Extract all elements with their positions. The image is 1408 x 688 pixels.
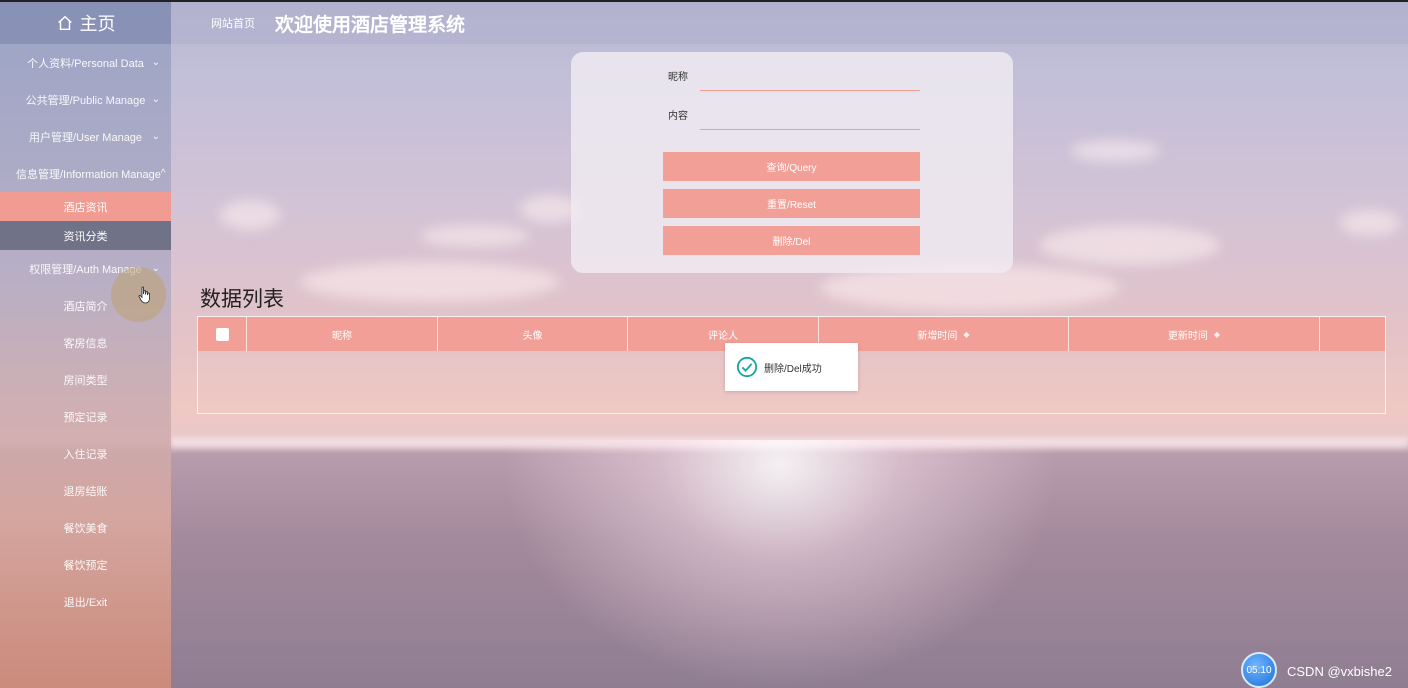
sidebar-subitem-label: 资讯分类 (63, 230, 108, 243)
column-header-label: 头像 (522, 330, 543, 342)
sidebar-link-label: 餐饮预定 (63, 559, 108, 572)
column-header-label: 新增时间 (917, 330, 958, 342)
cloud-decor (220, 200, 280, 230)
sidebar-subitem-news-category[interactable]: 资讯分类 (0, 221, 171, 250)
column-header-label: 更新时间 (1167, 330, 1208, 342)
sidebar-link-booking-records[interactable]: 预定记录 (0, 398, 171, 435)
cloud-decor (1340, 210, 1400, 236)
sort-icon[interactable]: ◆ (963, 330, 969, 339)
sidebar-link-label: 退房结账 (63, 485, 108, 498)
cloud-decor (300, 262, 560, 302)
sidebar-link-checkin-records[interactable]: 入住记录 (0, 435, 171, 472)
chevron-up-icon: ^ (160, 168, 166, 179)
sidebar-item-label: 个人资料/Personal Data (27, 57, 144, 70)
toast-message: 删除/Del成功 (764, 363, 822, 375)
chevron-down-icon: ⌄ (151, 57, 160, 68)
column-header-actions (1320, 317, 1385, 351)
column-header-label: 评论人 (708, 330, 738, 342)
sidebar-link-label: 预定记录 (63, 411, 108, 424)
content-field: 内容 (668, 104, 920, 130)
content-input[interactable] (700, 104, 920, 130)
page-title: 欢迎使用酒店管理系统 (275, 14, 466, 36)
data-list-title: 数据列表 (200, 288, 284, 311)
top-header: 网站首页 欢迎使用酒店管理系统 (171, 0, 1408, 44)
chevron-down-icon: ⌄ (151, 131, 160, 142)
sidebar-item-label: 公共管理/Public Manage (25, 94, 146, 107)
sidebar-subitem-label: 酒店资讯 (63, 201, 108, 214)
sidebar-link-label: 餐饮美食 (63, 522, 108, 535)
sidebar-link-label: 客房信息 (63, 337, 108, 350)
home-icon (57, 15, 72, 31)
search-panel: 昵称 内容 查询/Query 重置/Reset 删除/Del (571, 52, 1013, 273)
sidebar-item-label: 用户管理/User Manage (28, 131, 143, 144)
breadcrumb-home[interactable]: 网站首页 (211, 15, 255, 31)
query-button[interactable]: 查询/Query (663, 152, 920, 181)
home-label: 主页 (79, 14, 116, 34)
sort-icon[interactable]: ◆ (1214, 330, 1220, 339)
sidebar-link-label: 房间类型 (63, 374, 108, 387)
check-circle-icon (736, 356, 758, 378)
sidebar-menu: 个人资料/Personal Data ⌄ 公共管理/Public Manage … (0, 44, 171, 620)
sidebar-item-personal-data[interactable]: 个人资料/Personal Data ⌄ (0, 44, 171, 81)
recording-timer: 05:10 (1241, 652, 1277, 688)
sidebar-subitem-hotel-news[interactable]: 酒店资讯 (0, 192, 171, 221)
delete-button[interactable]: 删除/Del (663, 226, 920, 255)
sidebar-link-exit[interactable]: 退出/Exit (0, 583, 171, 620)
cloud-decor (1070, 140, 1160, 162)
sidebar-link-food-booking[interactable]: 餐饮预定 (0, 546, 171, 583)
select-all-checkbox[interactable] (215, 327, 229, 341)
sidebar-item-user-manage[interactable]: 用户管理/User Manage ⌄ (0, 118, 171, 155)
sidebar-link-label: 退出/Exit (63, 596, 108, 609)
column-header-nickname: 昵称 (247, 317, 438, 351)
sidebar-link-food[interactable]: 餐饮美食 (0, 509, 171, 546)
sidebar-item-label: 信息管理/Information Manage (16, 168, 161, 181)
nickname-field: 昵称 (668, 65, 920, 91)
content-label: 内容 (668, 111, 688, 122)
sidebar-item-public-manage[interactable]: 公共管理/Public Manage ⌄ (0, 81, 171, 118)
nickname-input[interactable] (700, 65, 920, 91)
reset-button[interactable]: 重置/Reset (663, 189, 920, 218)
sea-glow (500, 440, 1060, 688)
sidebar-link-room-type[interactable]: 房间类型 (0, 361, 171, 398)
sidebar-link-label: 入住记录 (63, 448, 108, 461)
success-toast: 删除/Del成功 (725, 343, 858, 391)
sidebar-link-room-info[interactable]: 客房信息 (0, 324, 171, 361)
chevron-down-icon: ⌄ (151, 94, 160, 105)
select-all-cell (198, 317, 247, 351)
sidebar-link-checkout[interactable]: 退房结账 (0, 472, 171, 509)
column-header-updated-time[interactable]: 更新时间 ◆ (1069, 317, 1320, 351)
sidebar-item-information-manage[interactable]: 信息管理/Information Manage ^ (0, 155, 171, 192)
sidebar-link-label: 酒店简介 (63, 300, 108, 313)
column-header-label: 昵称 (332, 330, 352, 342)
sidebar: 主页 个人资料/Personal Data ⌄ 公共管理/Public Mana… (0, 0, 171, 688)
hand-cursor-icon (138, 286, 150, 304)
column-header-avatar: 头像 (438, 317, 628, 351)
nickname-label: 昵称 (668, 72, 688, 83)
cloud-decor (420, 225, 530, 247)
watermark-text: CSDN @vxbishe2 (1287, 664, 1392, 679)
cloud-decor (1040, 225, 1220, 265)
home-link[interactable]: 主页 (0, 2, 171, 44)
